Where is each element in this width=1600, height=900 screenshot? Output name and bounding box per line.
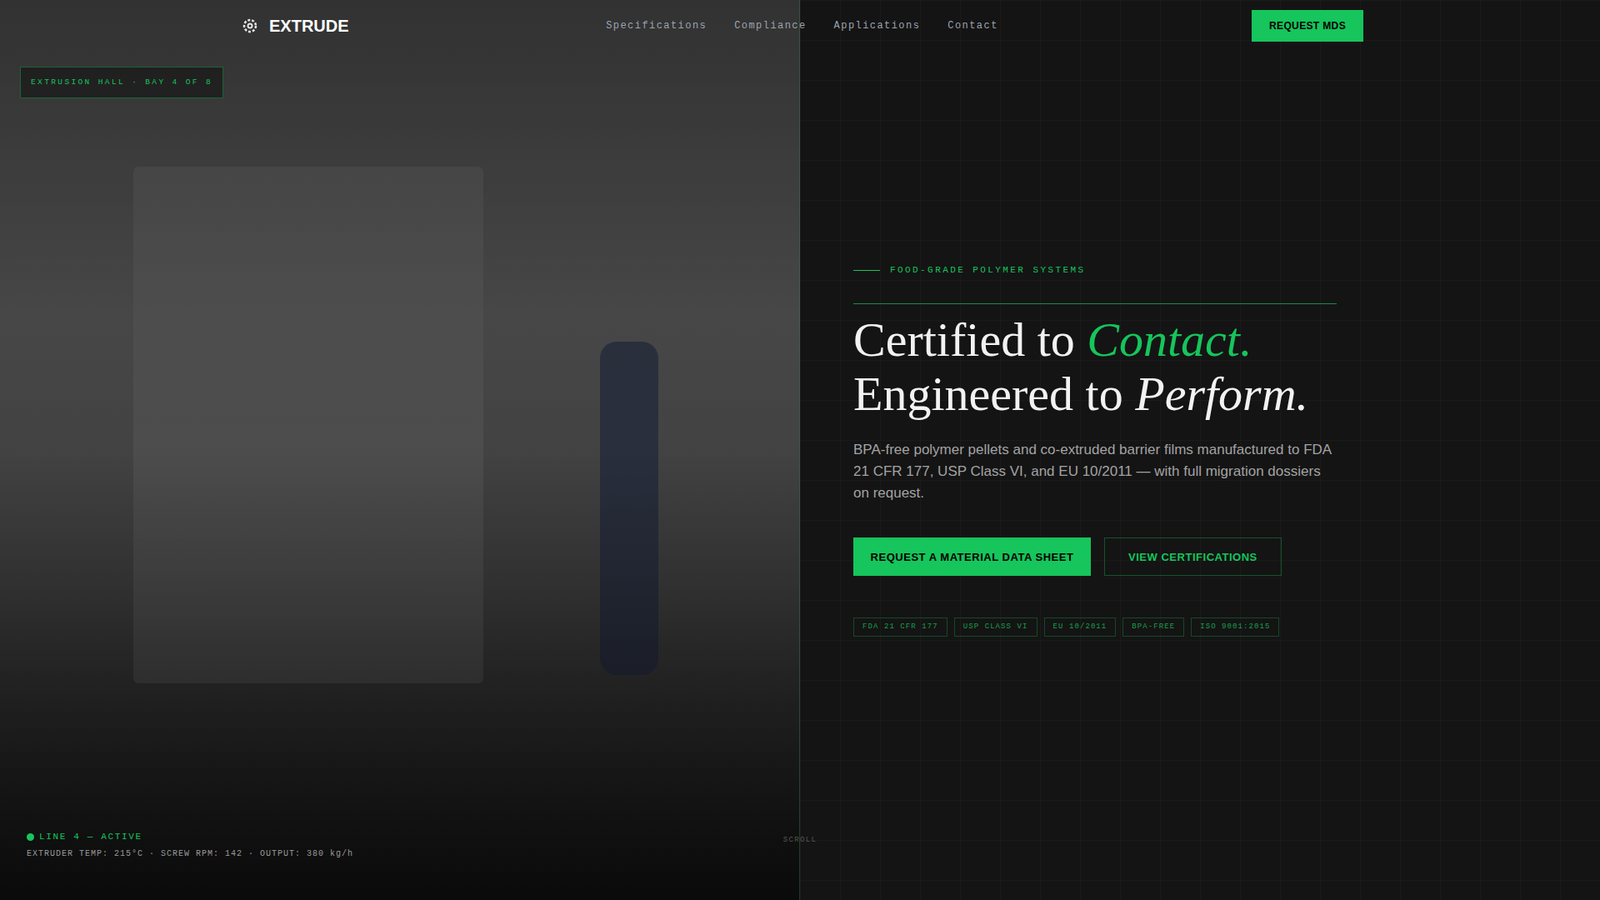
nav-link[interactable]: Applications	[834, 18, 921, 34]
hero-body: BPA-free polymer pellets and co-extruded…	[853, 439, 1333, 505]
request-mds-button[interactable]: REQUEST MDS	[1251, 10, 1364, 42]
location-badge: EXTRUSION HALL · BAY 4 OF 8	[20, 66, 224, 99]
certification-tag: ISO 9001:2015	[1190, 617, 1280, 637]
status-dot	[26, 833, 35, 841]
scroll-hint: SCROLL	[779, 835, 821, 847]
certification-tag: BPA-FREE	[1122, 617, 1185, 637]
nav-links: Specifications Compliance Applications Cont…	[605, 18, 999, 34]
nav-link[interactable]: Contact	[947, 18, 999, 34]
top-nav: EXTRUDE Specifications Compliance Applicat…	[0, 0, 1600, 52]
photo-shade	[0, 0, 800, 900]
certification-tags: FDA 21 CFR 177 USP CLASS VI EU 10/2011BPA-…	[853, 617, 1337, 637]
hero-heading: Certified to Contact. Engineered to Perf…	[853, 312, 1337, 421]
request-data-sheet-button[interactable]: REQUEST A MATERIAL DATA SHEET	[853, 537, 1091, 576]
hero-content: FOOD-GRADE POLYMER SYSTEMS Certified to …	[800, 0, 1600, 900]
line-status: LINE 4 — ACTIVE EXTRUDER TEMP: 215°C · S…	[26, 830, 354, 860]
gear-logo-icon	[240, 16, 260, 35]
nav-link[interactable]: Compliance	[734, 18, 806, 34]
page: EXTRUSION HALL · BAY 4 OF 8 LINE 4 — ACT…	[0, 0, 1600, 900]
logo[interactable]: EXTRUDE	[240, 13, 606, 39]
eyebrow: FOOD-GRADE POLYMER SYSTEMS	[853, 263, 1337, 278]
certification-tag: EU 10/2011	[1044, 617, 1117, 637]
view-certifications-button[interactable]: VIEW CERTIFICATIONS	[1104, 537, 1282, 576]
hero-photo: EXTRUSION HALL · BAY 4 OF 8 LINE 4 — ACT…	[0, 0, 800, 900]
certification-tag: USP CLASS VI	[954, 617, 1038, 637]
nav-link[interactable]: Specifications	[605, 18, 707, 34]
certification-tag: FDA 21 CFR 177	[853, 617, 948, 637]
